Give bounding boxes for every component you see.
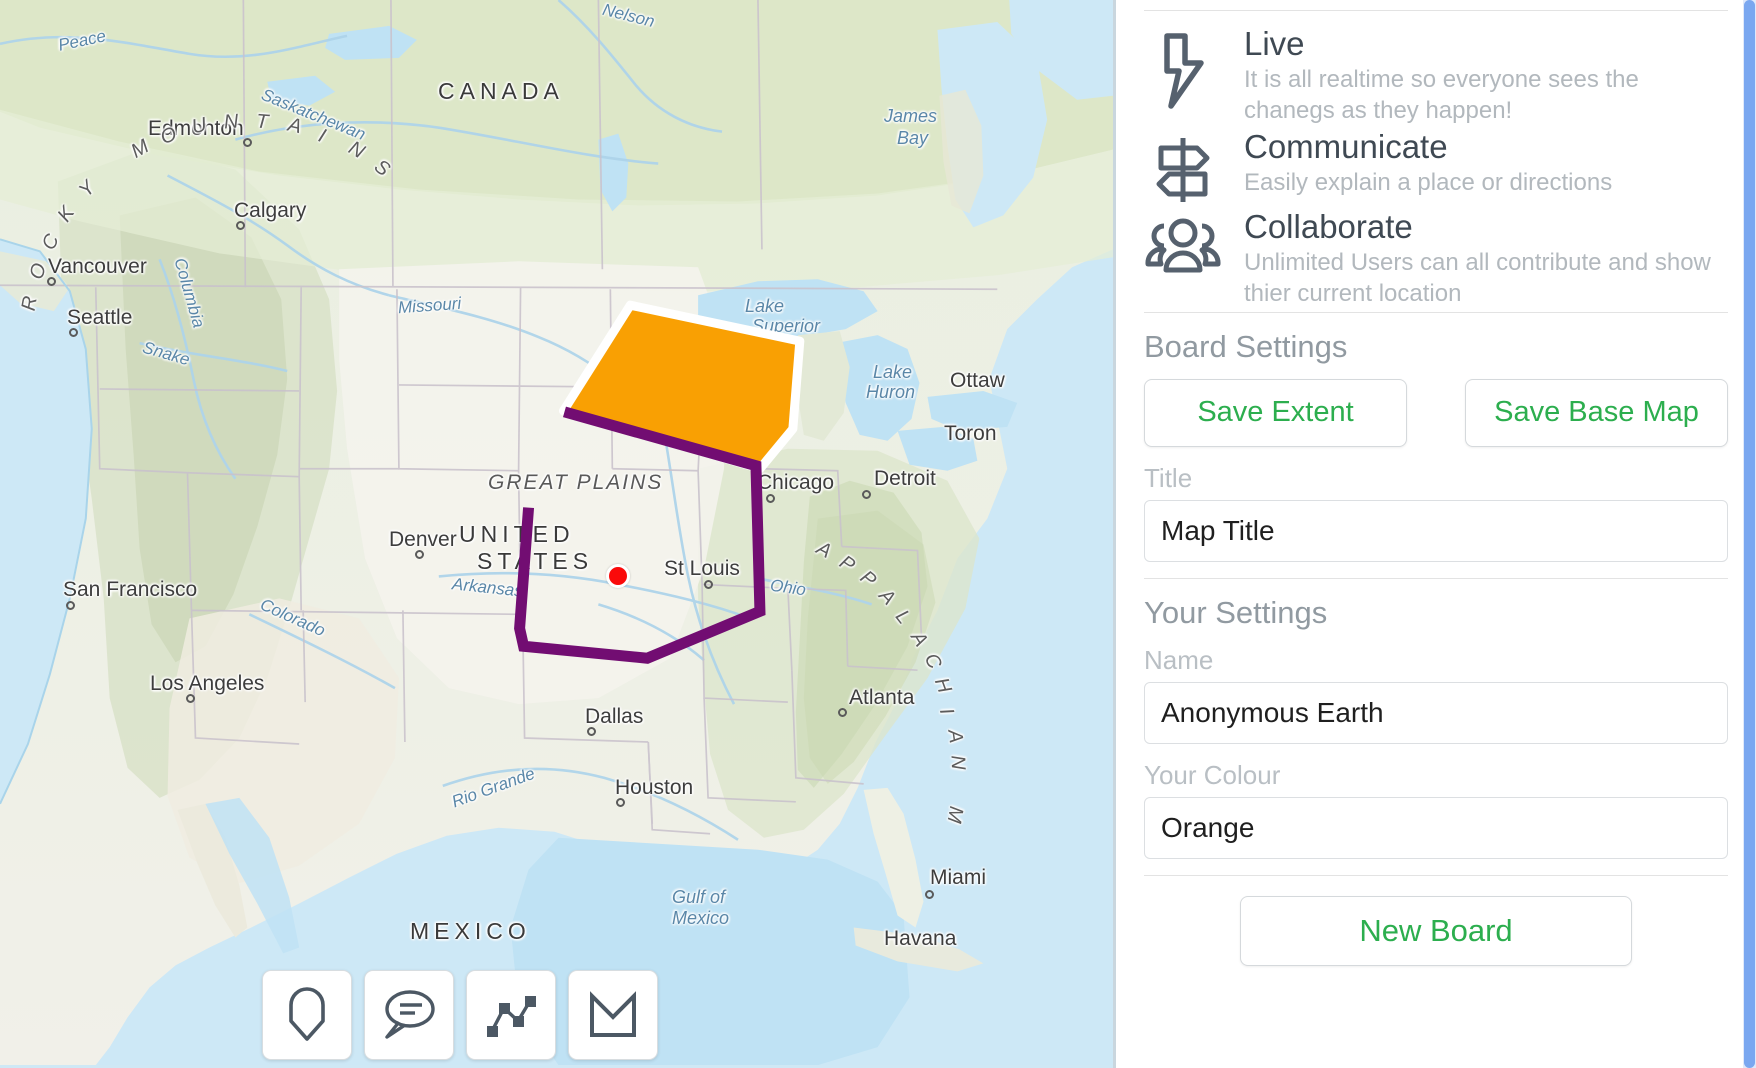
people-group-icon [1144,208,1222,274]
map-drawings-layer[interactable] [0,0,1113,1065]
save-extent-button[interactable]: Save Extent [1144,378,1407,447]
polyline-tool[interactable] [466,970,556,1060]
feature-collaborate: Collaborate Unlimited Users can all cont… [1144,208,1728,309]
marker-pin-icon [289,987,325,1041]
your-settings-heading: Your Settings [1144,594,1328,630]
new-board-button[interactable]: New Board [1240,895,1632,966]
feature-title: Collaborate [1244,208,1413,246]
colour-field-label: Your Colour [1144,759,1281,790]
colour-field-block: Your Colour [1144,760,1728,859]
feature-description: Unlimited Users can all contribute and s… [1244,249,1711,308]
user-colour-input[interactable] [1144,796,1728,859]
name-field-block: Name [1144,645,1728,744]
map-title-input[interactable] [1144,499,1728,562]
feature-title: Communicate [1244,128,1448,166]
comment-bubble-tool[interactable] [364,970,454,1060]
title-field-label: Title [1144,462,1193,493]
board-settings-section: Board Settings Save Extent Save Base Map… [1144,313,1728,578]
polygon-tool[interactable] [568,970,658,1060]
name-field-label: Name [1144,644,1214,675]
polyline-icon [487,996,536,1037]
save-base-map-button[interactable]: Save Base Map [1465,378,1728,447]
settings-panel: Live It is all realtime so everyone sees… [1116,0,1756,1068]
panel-scrollbar-thumb[interactable] [1744,0,1755,1068]
panel-scrollbar[interactable] [1743,0,1756,1068]
feature-live: Live It is all realtime so everyone sees… [1144,25,1728,126]
map-drawing-toolbar[interactable] [262,970,658,1060]
comment-bubble-icon [385,990,435,1039]
app-root: CANADA UNITED STATES MEXICO GREAT PLAINS Edmo… [0,0,1756,1068]
feature-communicate: Communicate Easily explain a place or di… [1144,128,1728,206]
your-settings-section: Your Settings Name Your Colour [1144,579,1728,875]
user-name-input[interactable] [1144,681,1728,744]
signpost-icon [1144,128,1222,206]
feature-title: Live [1244,25,1305,62]
red-location-marker[interactable] [606,564,630,588]
marker-pin-tool[interactable] [262,970,352,1060]
lightning-bolt-icon [1144,25,1222,111]
map-viewport[interactable]: CANADA UNITED STATES MEXICO GREAT PLAINS Edmo… [0,0,1116,1068]
feature-description: Easily explain a place or directions [1244,169,1613,197]
feature-list: Live It is all realtime so everyone sees… [1144,11,1728,312]
feature-description: It is all realtime so everyone sees the … [1244,65,1639,124]
board-settings-button-row: Save Extent Save Base Map [1144,378,1728,447]
new-board-row: New Board [1144,876,1728,984]
board-settings-heading: Board Settings [1144,328,1348,364]
title-field-block: Title [1144,463,1728,562]
polygon-icon [590,991,636,1037]
